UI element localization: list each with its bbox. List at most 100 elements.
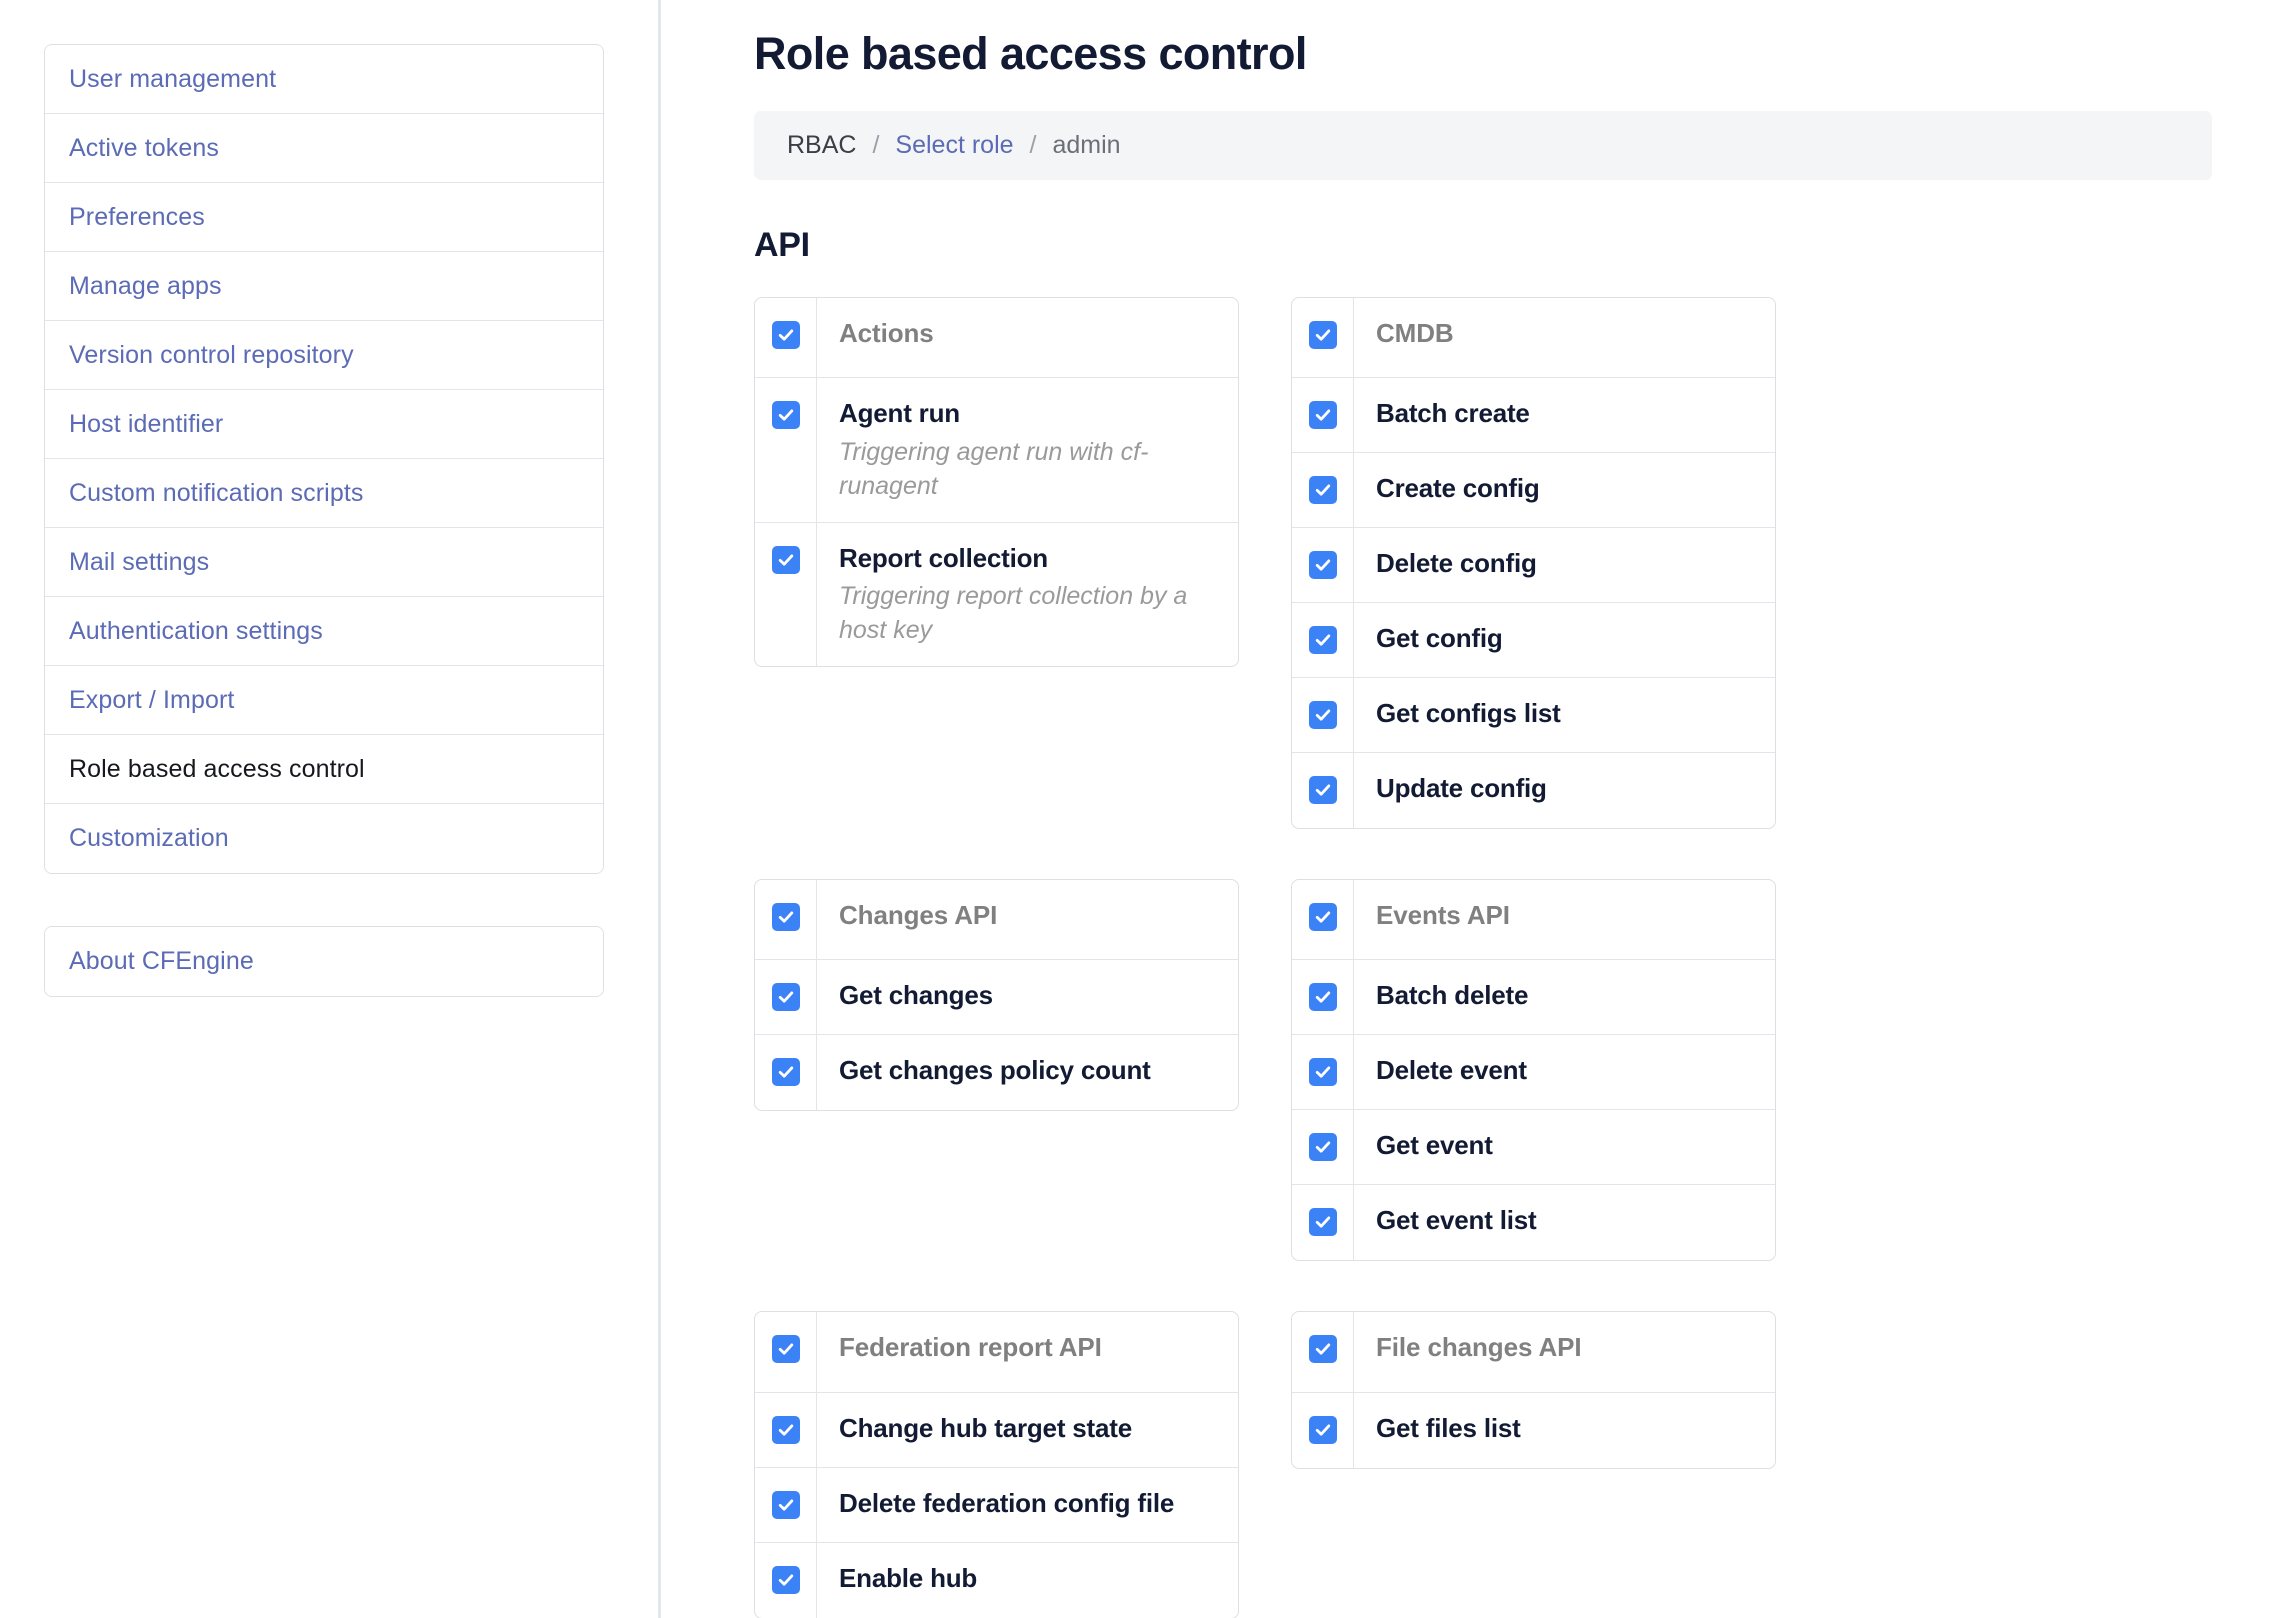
checkbox-cell	[755, 1035, 817, 1111]
checkbox-cell	[1292, 753, 1354, 829]
group-checkbox-cmdb[interactable]	[1308, 321, 1337, 349]
sidebar-item-active-tokens[interactable]: Active tokens	[45, 114, 603, 183]
label-cell: Events API	[1354, 880, 1775, 959]
permission-row: Create config	[1292, 453, 1775, 529]
permission-checkbox-get-event[interactable]	[1308, 1133, 1337, 1162]
label-cell: Get event list	[1354, 1185, 1775, 1260]
permission-label: Create config	[1376, 473, 1540, 504]
label-cell: Create config	[1354, 453, 1775, 527]
permission-row: Get event	[1292, 1110, 1775, 1186]
sidebar-item-custom-notification-scripts[interactable]: Custom notification scripts	[45, 459, 603, 528]
label-cell: Batch create	[1354, 378, 1775, 452]
label-cell: Get config	[1354, 603, 1775, 677]
label-cell: Delete federation config file	[817, 1468, 1238, 1542]
checkbox-cell	[755, 378, 817, 522]
permission-group-cell: Actions Agent run Triggering agent run wit…	[754, 297, 1239, 668]
permission-checkbox-delete-config[interactable]	[1308, 551, 1337, 580]
permission-group-header-row: Changes API	[755, 880, 1238, 961]
group-checkbox-events-api[interactable]	[1308, 903, 1337, 932]
permission-row: Batch delete	[1292, 960, 1775, 1036]
sidebar-item-version-control-repository[interactable]: Version control repository	[45, 321, 603, 390]
sidebar-item-role-based-access-control: Role based access control	[45, 735, 603, 804]
checkbox-cell	[1292, 1035, 1354, 1110]
permission-label: Get config	[1376, 623, 1503, 654]
permission-checkbox-get-configs-list[interactable]	[1308, 701, 1337, 730]
sidebar-item-authentication-settings[interactable]: Authentication settings	[45, 597, 603, 666]
permission-checkbox-batch-delete[interactable]	[1308, 983, 1337, 1012]
sidebar-item-host-identifier[interactable]: Host identifier	[45, 390, 603, 459]
breadcrumb-separator: /	[1029, 131, 1037, 159]
permission-label: Report collection	[839, 542, 1048, 573]
permission-label: Get changes	[839, 980, 993, 1011]
group-checkbox-changes-api[interactable]	[771, 903, 800, 932]
sidebar-item-preferences[interactable]: Preferences	[45, 183, 603, 252]
group-checkbox-federation-report-api[interactable]	[771, 1335, 800, 1364]
permission-label: Get event	[1376, 1130, 1493, 1161]
permission-group-header-row: File changes API	[1292, 1312, 1775, 1393]
permission-card-federation-report-api: Federation report API Change hub target s…	[754, 1311, 1239, 1618]
permission-label: Get files list	[1376, 1412, 1521, 1443]
label-cell: Get changes	[817, 960, 1238, 1034]
sidebar-item-user-management[interactable]: User management	[45, 45, 603, 114]
label-cell: Delete config	[1354, 528, 1775, 602]
section-title-api: API	[754, 226, 810, 264]
label-cell: Get changes policy count	[817, 1035, 1238, 1110]
sidebar-item-about-cfengine[interactable]: About CFEngine	[45, 927, 603, 996]
sidebar-item-export-import[interactable]: Export / Import	[45, 666, 603, 735]
permission-checkbox-get-changes[interactable]	[771, 983, 800, 1012]
sidebar-item-label: Preferences	[69, 202, 205, 231]
permission-group-label: Events API	[1376, 900, 1510, 931]
permission-checkbox-get-config[interactable]	[1308, 626, 1337, 655]
label-cell: Get event	[1354, 1110, 1775, 1184]
sidebar-item-customization[interactable]: Customization	[45, 804, 603, 873]
breadcrumb: RBAC / Select role / admin	[754, 111, 2212, 180]
sidebar-item-label: Host identifier	[69, 409, 224, 438]
permission-label: Get configs list	[1376, 698, 1561, 729]
checkbox-cell	[1292, 453, 1354, 528]
permission-checkbox-report-collection[interactable]	[771, 545, 800, 574]
permission-checkbox-get-files-list[interactable]	[1308, 1415, 1337, 1444]
permission-row: Get config	[1292, 603, 1775, 679]
breadcrumb-separator: /	[872, 131, 880, 159]
permission-label: Delete event	[1376, 1055, 1527, 1086]
group-checkbox-actions[interactable]	[771, 321, 800, 349]
checkbox-cell	[1292, 1185, 1354, 1261]
permission-checkbox-batch-create[interactable]	[1308, 401, 1337, 430]
sidebar-item-label: Version control repository	[69, 340, 354, 369]
sidebar-nav-card: About CFEngine	[44, 926, 604, 997]
checkbox-cell	[755, 1542, 817, 1618]
permission-group-label: CMDB	[1376, 318, 1454, 348]
permission-card-events-api: Events API Batch delete Delete event Get ev…	[1291, 879, 1776, 1262]
permission-checkbox-delete-federation-config-file[interactable]	[771, 1490, 800, 1519]
permission-checkbox-change-hub-target-state[interactable]	[771, 1415, 800, 1444]
checkbox-cell	[1292, 1312, 1354, 1392]
sidebar-nav-card: User management Active tokens Preferences M…	[44, 44, 604, 874]
permission-description: Triggering agent run with cf-runagent	[839, 437, 1149, 500]
checkbox-cell	[1292, 678, 1354, 753]
permission-label: Delete config	[1376, 548, 1537, 579]
permission-row: Update config	[1292, 753, 1775, 829]
sidebar-item-label: Customization	[69, 824, 229, 852]
permission-checkbox-get-changes-policy-count[interactable]	[771, 1058, 800, 1087]
checkbox-cell	[755, 298, 817, 378]
permission-checkbox-create-config[interactable]	[1308, 476, 1337, 505]
sidebar-item-label: Manage apps	[69, 271, 222, 300]
permission-checkbox-delete-event[interactable]	[1308, 1058, 1337, 1087]
permission-card-changes-api: Changes API Get changes Get changes policy…	[754, 879, 1239, 1112]
permission-checkbox-update-config[interactable]	[1308, 776, 1337, 805]
label-cell: Delete event	[1354, 1035, 1775, 1109]
sidebar-item-mail-settings[interactable]: Mail settings	[45, 528, 603, 597]
label-cell: Federation report API	[817, 1312, 1238, 1391]
sidebar-item-manage-apps[interactable]: Manage apps	[45, 252, 603, 321]
checkbox-cell	[755, 960, 817, 1035]
sidebar-item-label: Authentication settings	[69, 616, 323, 645]
page-title: Role based access control	[754, 28, 1307, 79]
breadcrumb-link-select-role[interactable]: Select role	[895, 131, 1013, 160]
rbac-page: User management Active tokens Preferences M…	[0, 0, 2272, 1618]
group-checkbox-file-changes-api[interactable]	[1308, 1335, 1337, 1364]
permission-checkbox-get-event-list[interactable]	[1308, 1208, 1337, 1237]
permission-checkbox-enable-hub[interactable]	[771, 1565, 800, 1594]
permission-checkbox-agent-run[interactable]	[771, 401, 800, 430]
permission-row: Get configs list	[1292, 678, 1775, 754]
label-cell: Actions	[817, 298, 1238, 377]
